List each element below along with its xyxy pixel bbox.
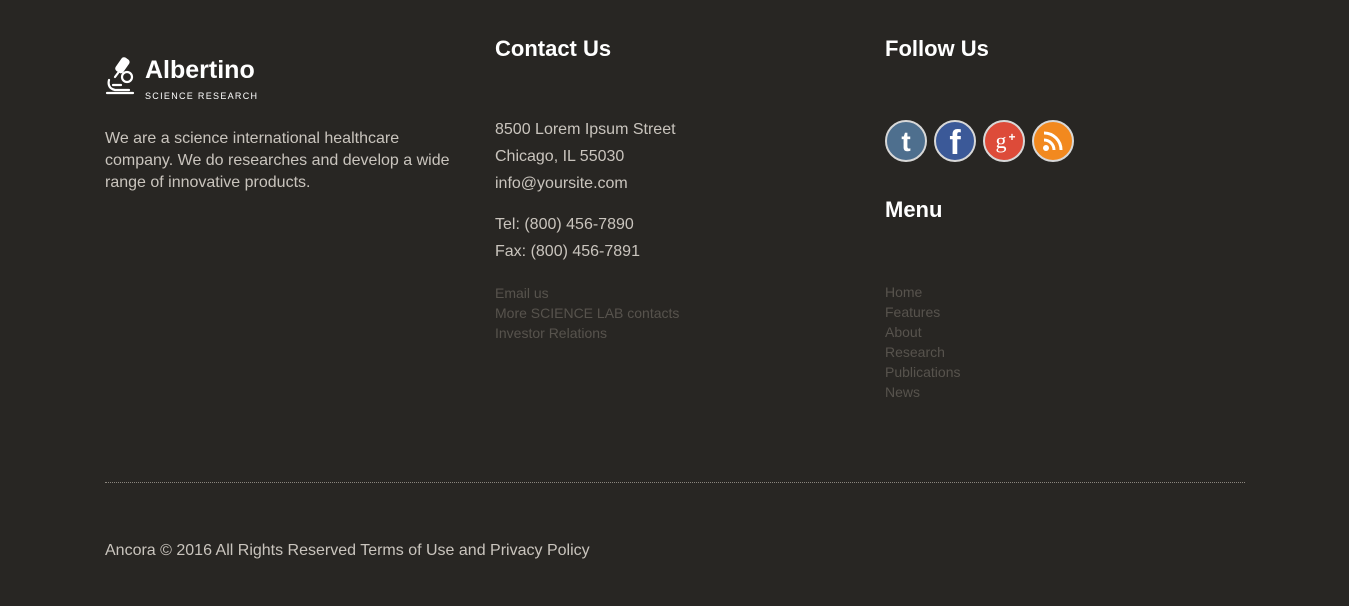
list-item: Features	[885, 302, 961, 322]
google-plus-icon: g +	[996, 128, 1016, 153]
email-us-link[interactable]: Email us	[495, 285, 549, 301]
list-item: More SCIENCE LAB contacts	[495, 303, 679, 323]
list-item: Email us	[495, 283, 679, 303]
menu-item-publications[interactable]: Publications	[885, 364, 961, 380]
footer-divider	[105, 482, 1245, 483]
contact-heading: Contact Us	[495, 36, 612, 61]
privacy-link[interactable]: Privacy Policy	[490, 542, 590, 559]
site-footer: Albertino SCIENCE RESEARCH We are a scie…	[0, 0, 1349, 606]
google-plus-button[interactable]: g +	[983, 120, 1025, 162]
follow-heading: Follow Us	[885, 36, 989, 61]
facebook-button[interactable]: f	[934, 120, 976, 162]
list-item: Research	[885, 342, 961, 362]
contact-address: 8500 Lorem Ipsum Street Chicago, IL 5503…	[495, 116, 676, 197]
svg-text:t: t	[901, 127, 910, 155]
address-line-2: Chicago, IL 55030	[495, 148, 625, 165]
svg-text:f: f	[949, 125, 961, 157]
menu-item-features[interactable]: Features	[885, 304, 940, 320]
contact-fax: Fax: (800) 456-7891	[495, 243, 640, 260]
microscope-icon	[105, 57, 135, 95]
rss-icon	[1043, 131, 1063, 151]
list-item: News	[885, 382, 961, 402]
tumblr-button[interactable]: t	[885, 120, 927, 162]
logo[interactable]: Albertino SCIENCE RESEARCH	[105, 56, 259, 101]
terms-link[interactable]: Terms of Use	[360, 542, 454, 559]
footer-menu: Home Features About Research Publication…	[885, 282, 961, 402]
svg-text:g: g	[996, 128, 1007, 153]
list-item: Home	[885, 282, 961, 302]
contact-phones: Tel: (800) 456-7890 Fax: (800) 456-7891	[495, 211, 640, 265]
list-item: Publications	[885, 362, 961, 382]
menu-item-home[interactable]: Home	[885, 284, 922, 300]
menu-item-about[interactable]: About	[885, 324, 922, 340]
facebook-icon: f	[949, 125, 961, 157]
brand-tagline: SCIENCE RESEARCH	[145, 91, 259, 101]
svg-text:+: +	[1008, 130, 1015, 144]
rss-button[interactable]	[1032, 120, 1074, 162]
more-contacts-link[interactable]: More SCIENCE LAB contacts	[495, 305, 679, 321]
menu-item-news[interactable]: News	[885, 384, 920, 400]
menu-item-research[interactable]: Research	[885, 344, 945, 360]
contact-tel: Tel: (800) 456-7890	[495, 216, 634, 233]
tumblr-icon: t	[901, 127, 910, 155]
address-line-1: 8500 Lorem Ipsum Street	[495, 121, 676, 138]
about-description: We are a science international healthcar…	[105, 130, 450, 191]
copyright-text: Ancora © 2016 All Rights Reserved	[105, 542, 357, 559]
investor-relations-link[interactable]: Investor Relations	[495, 325, 607, 341]
copyright-and: and	[458, 542, 486, 559]
social-links: t f g +	[885, 120, 1074, 162]
list-item: Investor Relations	[495, 323, 679, 343]
contact-links: Email us More SCIENCE LAB contacts Inves…	[495, 283, 679, 343]
copyright: Ancora © 2016 All Rights Reserved Terms …	[105, 542, 590, 560]
brand-name: Albertino	[145, 56, 255, 84]
list-item: About	[885, 322, 961, 342]
contact-email[interactable]: info@yoursite.com	[495, 170, 676, 197]
menu-heading: Menu	[885, 197, 943, 222]
